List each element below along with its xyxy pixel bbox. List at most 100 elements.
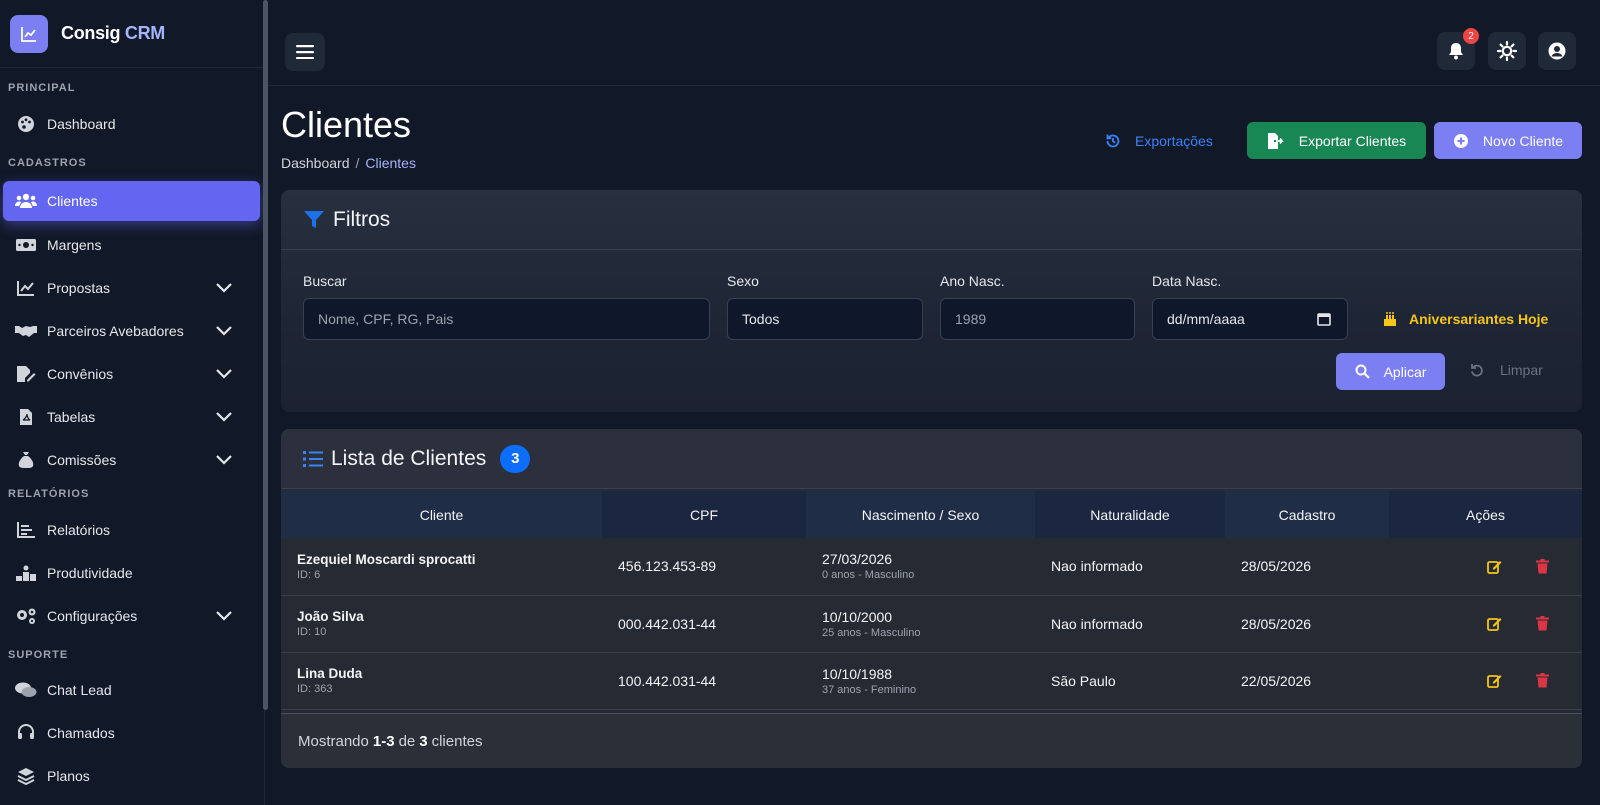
app-name-accent: CRM xyxy=(124,23,165,43)
notifications-button[interactable]: 2 xyxy=(1437,28,1479,70)
sidebar-item-comissoes[interactable]: Comissões xyxy=(3,440,260,480)
column-header-acoes: Ações xyxy=(1389,491,1582,538)
clients-count-badge: 3 xyxy=(500,444,531,473)
sidebar-item-clientes[interactable]: Clientes xyxy=(3,181,260,221)
menu-toggle-button[interactable] xyxy=(285,33,325,71)
search-input[interactable]: Nome, CPF, RG, Pais xyxy=(303,298,710,340)
users-icon xyxy=(15,191,37,211)
sidebar-item-label: Convênios xyxy=(47,366,114,382)
client-cell: Ezequiel Moscardi sprocatti ID: 6 xyxy=(281,538,602,595)
sidebar-item-label: Margens xyxy=(47,237,102,253)
chevron-down-icon[interactable] xyxy=(216,409,232,425)
export-clients-button[interactable]: Exportar Clientes xyxy=(1247,122,1426,159)
sidebar-item-propostas[interactable]: Propostas xyxy=(3,268,260,308)
breadcrumb: Dashboard / Clientes xyxy=(281,155,416,171)
topbar: 2 xyxy=(268,0,1600,86)
created-cell: 28/05/2026 xyxy=(1241,615,1312,632)
client-cell: Lina Duda ID: 363 xyxy=(281,652,602,709)
headset-icon xyxy=(15,723,37,743)
theme-toggle-button[interactable] xyxy=(1488,32,1526,70)
column-header-nascimento[interactable]: Nascimento / Sexo xyxy=(806,491,1035,538)
sidebar-item-label: Dashboard xyxy=(47,116,116,132)
sidebar-item-label: Chat Lead xyxy=(47,682,112,698)
column-header-cliente[interactable]: Cliente xyxy=(281,491,602,538)
sidebar-item-dashboard[interactable]: Dashboard xyxy=(3,104,260,144)
client-name[interactable]: João Silva xyxy=(297,609,602,624)
history-icon xyxy=(1105,133,1121,149)
client-id: ID: 10 xyxy=(297,626,327,638)
sidebar-item-configuracoes[interactable]: Configurações xyxy=(3,596,260,636)
exports-link[interactable]: Exportações xyxy=(1105,122,1213,159)
origin-cell: São Paulo xyxy=(1051,672,1116,689)
table-row[interactable]: Ezequiel Moscardi sprocatti ID: 6 456.12… xyxy=(281,538,1582,595)
list-footer: Mostrando 1-3 de 3 clientes xyxy=(281,713,1582,768)
birthdays-today-button[interactable]: Aniversariantes Hoje xyxy=(1383,311,1548,327)
list-title: Lista de Clientes xyxy=(331,446,487,470)
gears-icon xyxy=(15,606,37,626)
sidebar-item-planos[interactable]: Planos xyxy=(3,756,260,796)
bell-icon xyxy=(1448,42,1464,60)
client-cell: João Silva ID: 10 xyxy=(281,595,602,652)
table-row[interactable]: João Silva ID: 10 000.442.031-44 10/10/2… xyxy=(281,595,1582,652)
trash-icon[interactable] xyxy=(1536,673,1549,688)
chevron-down-icon[interactable] xyxy=(216,323,232,339)
money-bill-icon xyxy=(15,235,37,255)
sidebar-item-parceiros[interactable]: Parceiros Avebadores xyxy=(3,311,260,351)
apply-filters-button[interactable]: Aplicar xyxy=(1336,353,1445,390)
column-header-cadastro[interactable]: Cadastro xyxy=(1225,491,1389,538)
chart-bar-icon xyxy=(15,520,37,540)
edit-icon[interactable] xyxy=(1487,559,1502,574)
breadcrumb-home[interactable]: Dashboard xyxy=(281,155,350,171)
sidebar-item-margens[interactable]: Margens xyxy=(3,225,260,265)
chevron-down-icon[interactable] xyxy=(216,452,232,468)
user-circle-icon xyxy=(1548,42,1566,60)
edit-icon[interactable] xyxy=(1487,673,1502,688)
sidebar-item-convenios[interactable]: Convênios xyxy=(3,354,260,394)
sidebar-item-label: Chamados xyxy=(47,725,115,741)
origin-cell: Nao informado xyxy=(1051,615,1143,632)
clients-list-card: Lista de Clientes 3 Cliente CPF Nascimen… xyxy=(281,429,1582,768)
birthdays-today-label: Aniversariantes Hoje xyxy=(1409,311,1549,327)
undo-icon xyxy=(1470,363,1484,377)
client-id: ID: 6 xyxy=(297,568,321,581)
client-name[interactable]: Lina Duda xyxy=(297,666,602,681)
birth-date: 10/10/2000 xyxy=(822,608,893,625)
chevron-down-icon[interactable] xyxy=(216,366,232,382)
client-name[interactable]: Ezequiel Moscardi sprocatti xyxy=(297,552,602,567)
table-row[interactable]: Lina Duda ID: 363 100.442.031-44 10/10/1… xyxy=(281,652,1582,709)
trash-icon[interactable] xyxy=(1536,558,1549,574)
exports-link-label: Exportações xyxy=(1135,132,1213,149)
birth-year-input[interactable]: 1989 xyxy=(940,298,1135,340)
birth-date-input[interactable]: dd/mm/aaaa xyxy=(1152,298,1348,340)
actions-cell xyxy=(1389,538,1582,595)
trash-icon[interactable] xyxy=(1536,616,1549,631)
age-sex: 25 anos - Masculino xyxy=(822,626,921,639)
edit-icon[interactable] xyxy=(1487,616,1502,631)
clear-filters-button[interactable]: Limpar xyxy=(1470,362,1543,378)
search-icon xyxy=(1355,364,1370,379)
chevron-down-icon[interactable] xyxy=(216,608,232,624)
app-name-main: Consig xyxy=(61,23,121,43)
sun-icon xyxy=(1497,41,1517,61)
file-pdf-icon xyxy=(15,407,37,427)
sidebar-item-produtividade[interactable]: Produtividade xyxy=(3,553,260,593)
chevron-down-icon[interactable] xyxy=(216,280,232,296)
list-header: Lista de Clientes 3 xyxy=(281,429,1582,489)
column-header-naturalidade[interactable]: Naturalidade xyxy=(1035,491,1225,538)
sidebar-item-relatorios[interactable]: Relatórios xyxy=(3,510,260,550)
sidebar-item-label: Relatórios xyxy=(47,522,111,538)
sidebar-item-chat-lead[interactable]: Chat Lead xyxy=(3,670,260,710)
sidebar-item-tabelas[interactable]: Tabelas xyxy=(3,397,260,437)
sidebar-scrollbar[interactable] xyxy=(263,0,268,710)
section-title-principal: PRINCIPAL xyxy=(8,82,76,94)
age-sex: 37 anos - Feminino xyxy=(822,683,917,696)
column-header-cpf[interactable]: CPF xyxy=(602,491,806,538)
user-menu-button[interactable] xyxy=(1538,32,1576,70)
new-client-button[interactable]: Novo Cliente xyxy=(1434,122,1582,159)
sidebar-item-chamados[interactable]: Chamados xyxy=(3,713,260,753)
calendar-icon[interactable] xyxy=(1317,312,1331,326)
sex-select[interactable]: Todos xyxy=(727,298,923,340)
page-title: Clientes xyxy=(281,104,412,145)
brand[interactable]: Consig CRM xyxy=(0,0,264,68)
sidebar-item-label: Propostas xyxy=(47,280,111,296)
